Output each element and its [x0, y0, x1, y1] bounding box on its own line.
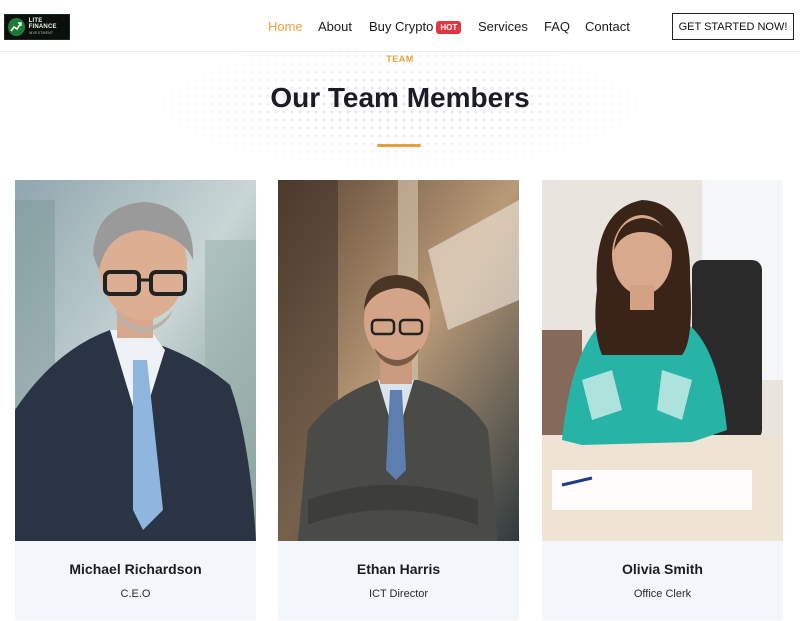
nav-services[interactable]: Services: [478, 19, 528, 34]
member-name: Olivia Smith: [622, 561, 703, 577]
site-header: LITE FINANCE INVESTMENT Home About Buy C…: [0, 0, 800, 52]
member-role: ICT Director: [368, 588, 429, 600]
brand-logo[interactable]: LITE FINANCE INVESTMENT: [4, 14, 70, 40]
nav-buy-crypto[interactable]: Buy Crypto HOT: [369, 19, 462, 34]
team-card[interactable]: Olivia Smith Office Clerk: [542, 180, 783, 620]
member-info: Ethan Harris ICT Director: [278, 541, 519, 620]
hot-badge: HOT: [436, 21, 462, 34]
team-card[interactable]: Ethan Harris ICT Director: [278, 180, 519, 620]
member-role: Office Clerk: [633, 588, 692, 600]
section-eyebrow: TEAM: [386, 54, 414, 64]
member-photo: [542, 180, 783, 541]
member-photo: [15, 180, 256, 541]
logo-text: LITE FINANCE: [28, 18, 57, 31]
nav-contact[interactable]: Contact: [585, 19, 630, 34]
member-info: Michael Richardson C.E.O: [15, 541, 256, 620]
nav-about[interactable]: About: [318, 19, 352, 34]
nav-home[interactable]: Home: [268, 19, 303, 34]
member-photo: [278, 180, 519, 541]
team-card[interactable]: Michael Richardson C.E.O: [15, 180, 256, 620]
logo-subtext: INVESTMENT: [28, 31, 54, 36]
logo-chart-icon: [8, 18, 25, 36]
member-info: Olivia Smith Office Clerk: [542, 541, 783, 620]
member-name: Michael Richardson: [69, 561, 202, 577]
nav-faq[interactable]: FAQ: [544, 19, 570, 34]
nav-buy-crypto-label: Buy Crypto: [369, 19, 434, 34]
member-name: Ethan Harris: [356, 561, 441, 577]
title-underline: [377, 144, 421, 147]
member-role: C.E.O: [120, 588, 151, 600]
section-title: Our Team Members: [270, 82, 530, 113]
get-started-button[interactable]: GET STARTED NOW!: [672, 13, 794, 40]
